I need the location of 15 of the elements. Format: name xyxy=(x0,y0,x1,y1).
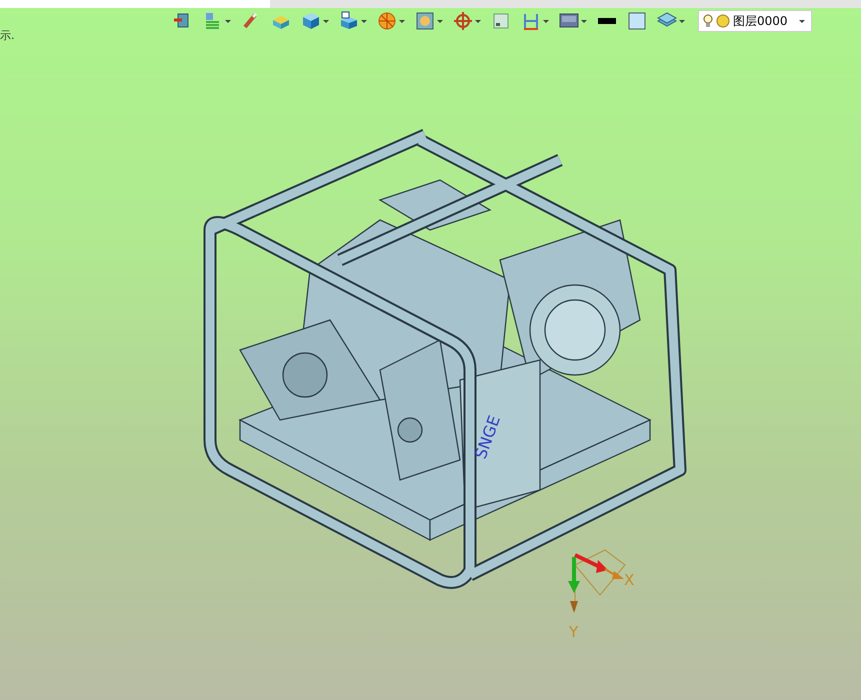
sphere-icon xyxy=(377,11,397,31)
measure-icon xyxy=(521,11,541,31)
cube-icon xyxy=(301,11,321,31)
lightbulb-icon xyxy=(703,13,713,29)
fill-color-icon xyxy=(627,11,647,31)
x-axis-label: X xyxy=(624,570,634,591)
layer-dropdown[interactable]: 图层0000 xyxy=(698,10,812,32)
crosshair-icon xyxy=(453,11,473,31)
y-axis-label: Y xyxy=(569,622,578,643)
model-label: SNGE xyxy=(470,412,504,462)
cube-view-icon xyxy=(339,11,359,31)
caret-icon xyxy=(799,20,805,22)
side-text: 示. xyxy=(0,28,14,44)
sun-icon xyxy=(716,14,730,28)
render-icon xyxy=(415,11,435,31)
